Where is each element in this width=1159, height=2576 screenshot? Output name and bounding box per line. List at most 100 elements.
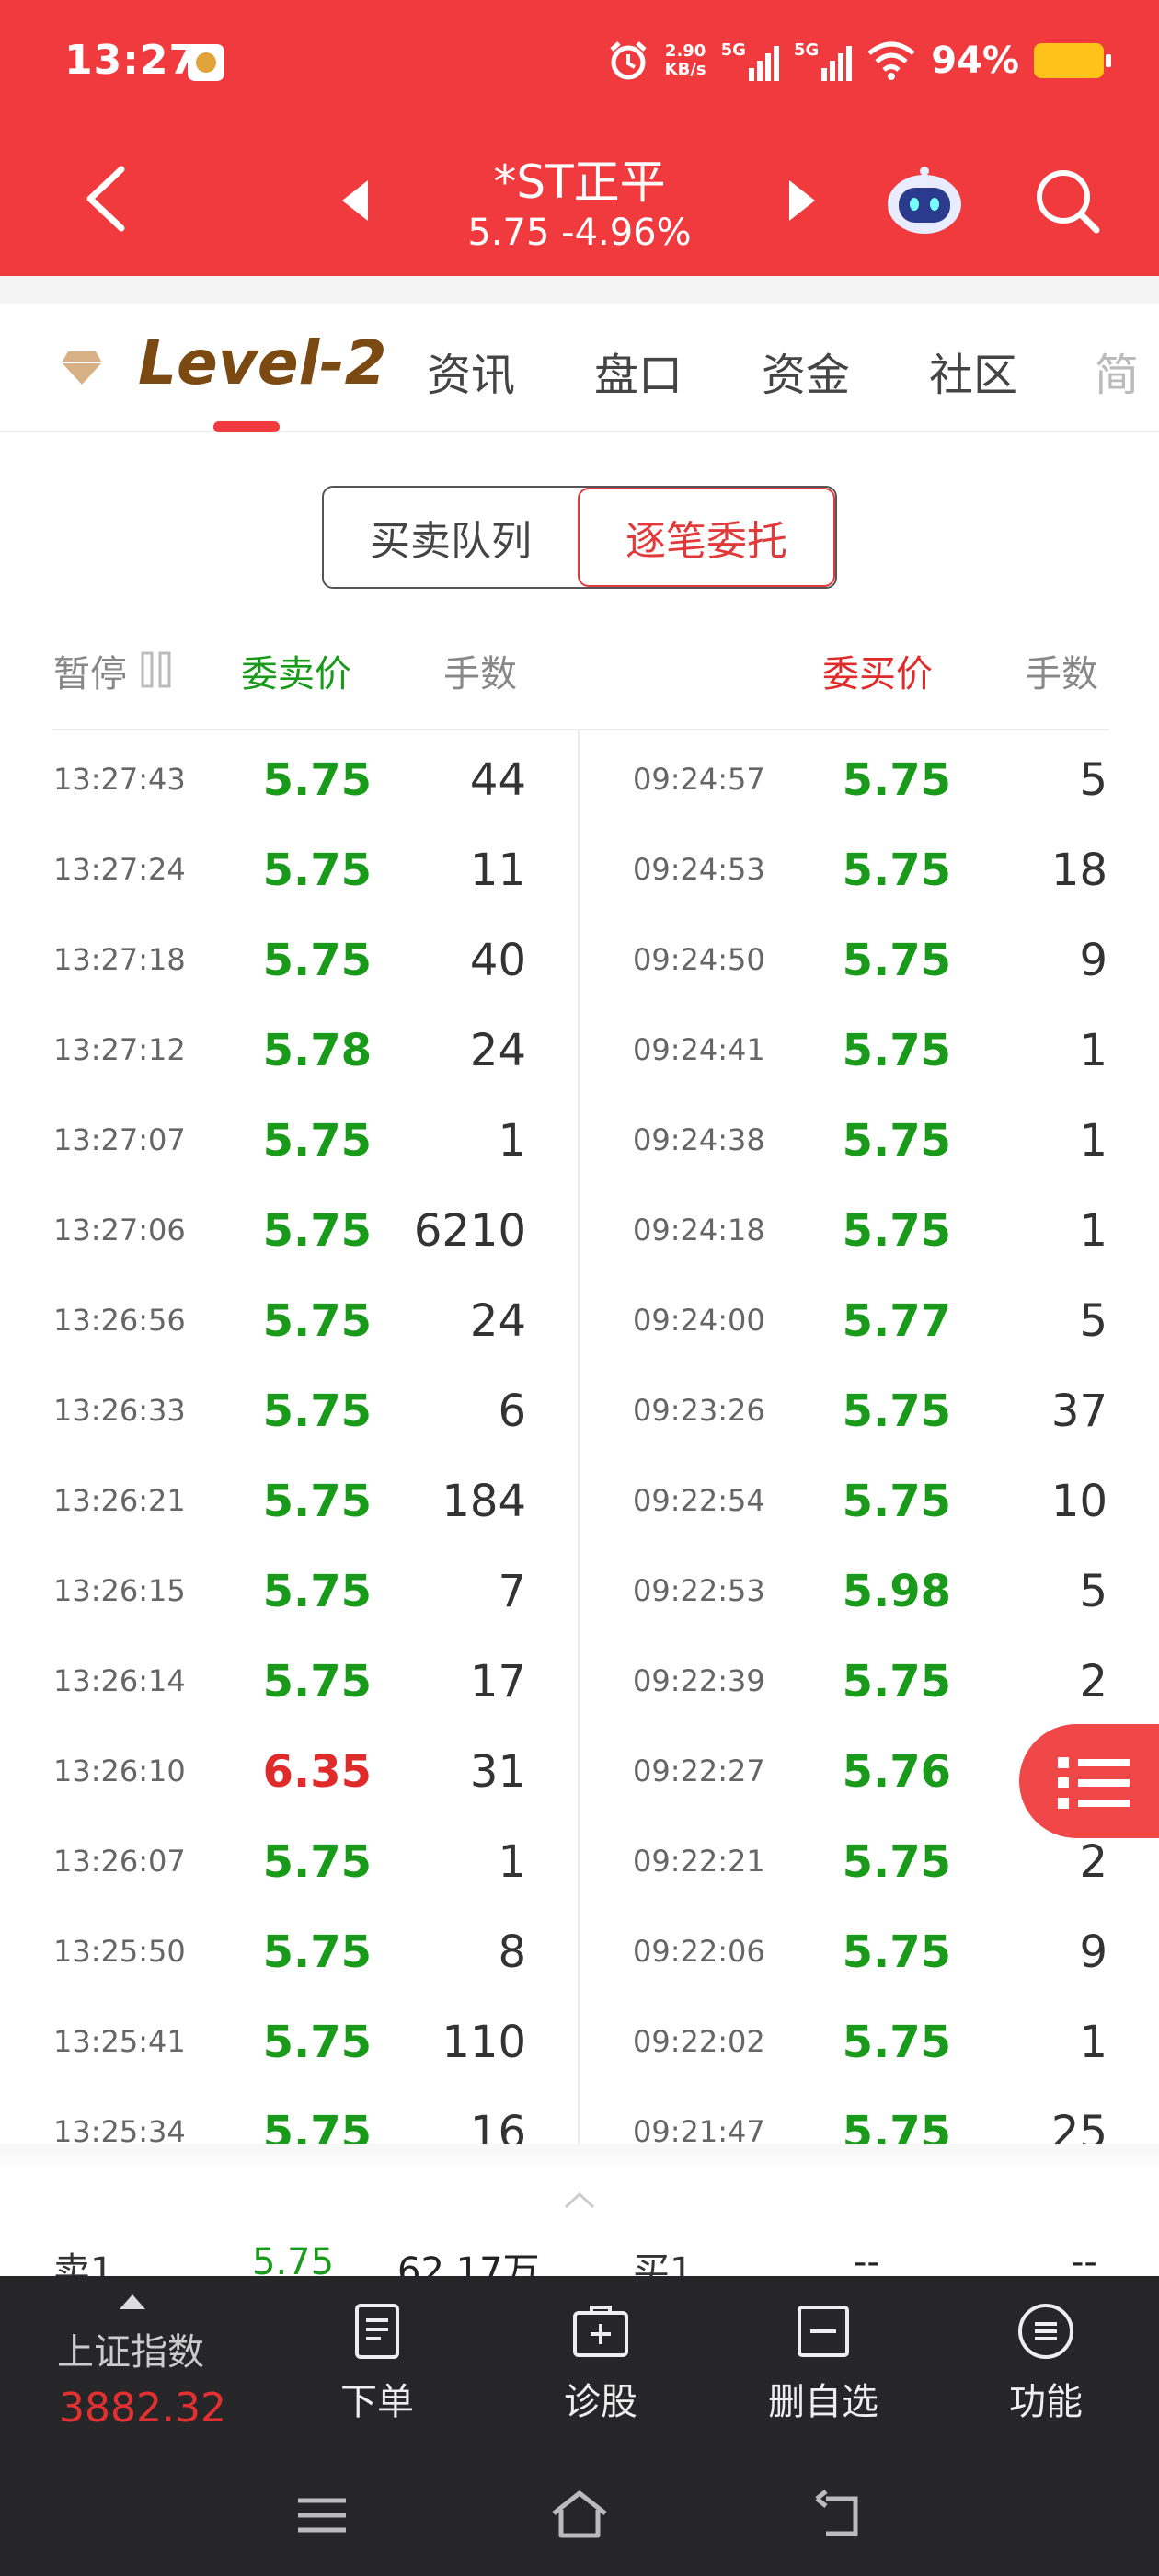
chevron-up-icon[interactable] [563,2191,596,2210]
search-icon[interactable] [1030,164,1104,237]
buy-price: 5.76 [842,1746,951,1798]
sell-time: 13:27:07 [53,1122,186,1157]
app-notification-icon [188,44,224,81]
index-name[interactable]: 上证指数 [57,2322,204,2375]
expand-up-icon[interactable] [120,2294,145,2309]
header-divider [52,729,1109,730]
buy-time: 09:24:38 [633,1122,765,1157]
stock-header: *ST正平 5.75 -4.96% [0,129,1159,276]
sell-time: 13:26:15 [53,1573,186,1608]
back-nav-icon[interactable] [809,2486,868,2545]
buy-price: 5.75 [842,1025,951,1076]
prev-stock-icon[interactable] [342,180,368,221]
sell-qty: 6210 [413,1205,526,1257]
tab-funds[interactable]: 资金 [762,339,850,403]
menu-circle-icon [1018,2304,1073,2359]
table-row: 13:27:12 5.78 24 09:24:41 5.75 1 [0,1003,1159,1093]
nav-diagnose-label: 诊股 [564,2381,637,2423]
tab-news[interactable]: 资讯 [427,339,515,403]
back-arrow-icon[interactable] [74,162,138,236]
sell-price: 5.75 [262,845,372,896]
sell-qty: 1 [498,1836,526,1888]
sell-price: 5.75 [262,1115,372,1167]
table-row: 13:25:41 5.75 110 09:22:02 5.75 1 [0,1995,1159,2085]
table-row: 13:27:24 5.75 11 09:24:53 5.75 18 [0,822,1159,913]
recent-apps-icon[interactable] [293,2486,351,2545]
buy-price: 5.75 [842,1656,951,1708]
sell-time: 13:25:41 [53,2024,186,2059]
sell-price: 5.78 [262,1025,372,1076]
nav-diagnose[interactable]: 诊股 [532,2302,670,2425]
signal-2-label: 5G [793,40,820,60]
signal-2: 5G [793,40,853,81]
sell-time: 13:26:56 [53,1303,186,1338]
next-stock-icon[interactable] [789,180,815,221]
sell-qty: 24 [469,1295,526,1347]
status-time: 13:27 [64,37,199,84]
buy-time: 09:22:02 [633,2024,765,2059]
sell-time: 13:27:43 [53,762,186,797]
col-buy-price: 委买价 [822,653,933,696]
table-row: 13:27:07 5.75 1 09:24:38 5.75 1 [0,1093,1159,1183]
tab-level2[interactable]: Level-2 [138,328,387,398]
sell-qty: 24 [469,1025,526,1076]
view-toggle: 买卖队列 逐笔委托 [322,486,837,589]
buy-time: 09:22:53 [633,1573,765,1608]
table-row: 13:26:14 5.75 17 09:22:39 5.75 2 [0,1634,1159,1724]
nav-remove-watchlist[interactable]: 删自选 [754,2302,892,2425]
pause-icon[interactable] [140,651,173,688]
alarm-icon [610,41,647,80]
pause-label[interactable]: 暂停 [53,644,127,697]
sell-price: 5.75 [262,2017,372,2068]
home-icon[interactable] [550,2486,609,2545]
buy-qty: 10 [1050,1476,1107,1527]
table-row: 13:26:33 5.75 6 09:23:26 5.75 37 [0,1363,1159,1454]
sell-qty: 1 [498,1115,526,1167]
nav-functions[interactable]: 功能 [977,2302,1115,2425]
buy-time: 09:24:50 [633,942,765,977]
sell-price: 5.75 [262,1386,372,1437]
table-row: 13:27:18 5.75 40 09:24:50 5.75 9 [0,913,1159,1003]
table-row: 13:26:106.353109:22:275.7617 [0,1724,1159,1814]
buy-price: 5.75 [842,935,951,986]
col-sell-price: 委卖价 [241,653,351,696]
nav-order[interactable]: 下单 [308,2302,446,2425]
sell-qty: 8 [498,1926,526,1978]
toggle-queue[interactable]: 买卖队列 [324,488,578,587]
tab-profile[interactable]: 简 [1095,339,1139,403]
table-row: 13:26:07 5.75 1 09:22:21 5.75 2 [0,1814,1159,1904]
buy-qty: 1 [1079,1205,1107,1257]
floating-menu-button[interactable] [1019,1724,1159,1838]
diagnose-plus-icon [573,2306,628,2357]
robot-assistant-icon[interactable] [883,164,966,237]
tab-bar: Level-2 资讯 盘口 资金 社区 简 [0,304,1159,432]
buy-time: 09:22:21 [633,1844,765,1879]
tab-orderbook[interactable]: 盘口 [594,339,683,403]
list-icon [1058,1757,1130,1809]
toggle-tick-orders[interactable]: 逐笔委托 [578,488,835,587]
buy-qty: 1 [1079,1025,1107,1076]
sell-qty: 17 [469,1656,526,1708]
sell-qty: 184 [442,1476,526,1527]
index-value: 3882.32 [59,2385,226,2432]
top-bar: 13:27 2.90 KB/s 5G 5G 94% *ST正平 5.75 -4.… [0,0,1159,276]
buy-qty: 18 [1050,845,1107,896]
nav-order-label: 下单 [340,2381,414,2423]
buy-price: 5.77 [842,1295,951,1347]
net-speed-unit: KB/s [664,60,706,79]
table-row: 13:27:43 5.75 44 09:24:57 5.75 5 [0,732,1159,822]
sell-time: 13:26:14 [53,1663,186,1698]
table-row: 13:25:50 5.75 8 09:22:06 5.75 9 [0,1904,1159,1995]
buy-qty: 9 [1079,935,1107,986]
sell-time: 13:27:24 [53,852,186,887]
buy-qty: 9 [1079,1926,1107,1978]
table-row: 13:26:21 5.75 184 09:22:54 5.75 10 [0,1454,1159,1544]
buy-price: 5.75 [842,2017,951,2068]
sell-time: 13:27:12 [53,1032,186,1067]
buy-time: 09:24:00 [633,1303,765,1338]
minus-box-icon [798,2306,849,2357]
buy-qty: 37 [1050,1386,1107,1437]
sell-time: 13:27:18 [53,942,186,977]
table-row: 13:26:56 5.75 24 09:24:00 5.77 5 [0,1273,1159,1363]
tab-community[interactable]: 社区 [929,339,1017,403]
